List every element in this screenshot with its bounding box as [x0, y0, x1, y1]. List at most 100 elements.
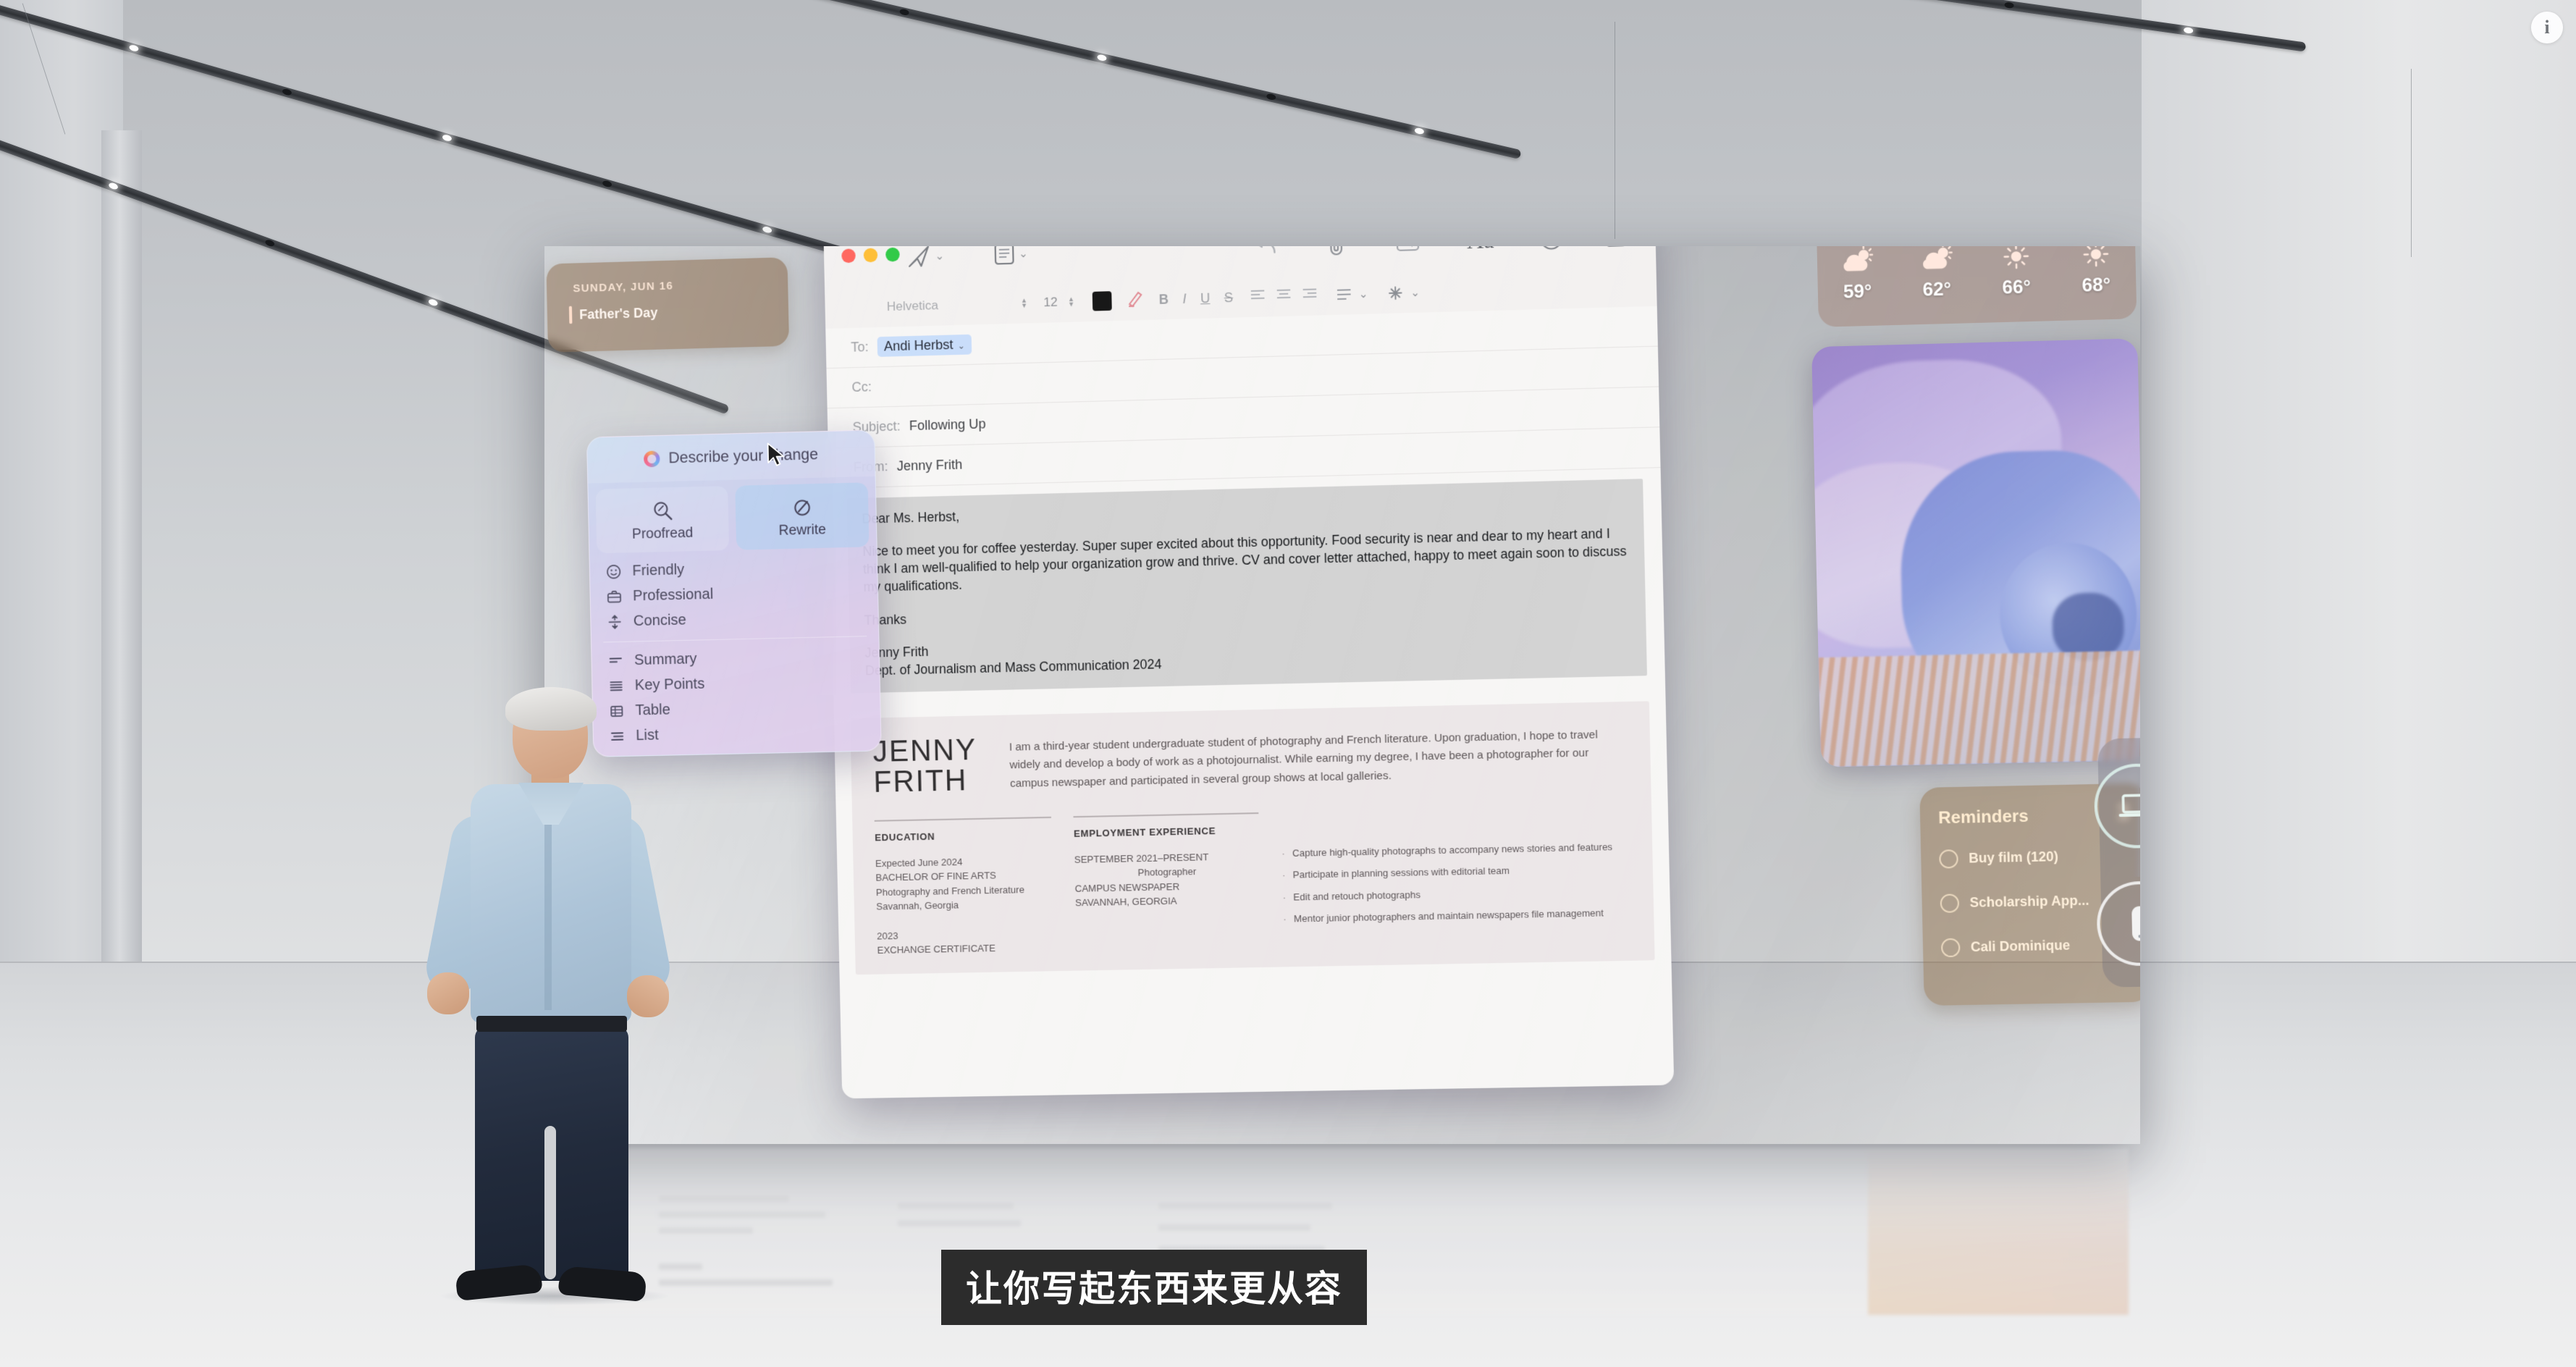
resume-attachment-preview[interactable]: JENNY FRITH I am a third-year student un…: [850, 701, 1655, 975]
sparkle-icon[interactable]: ⌄: [1387, 284, 1420, 301]
bold-button[interactable]: B: [1158, 292, 1169, 308]
weather-hour-column: 10 AM 59°: [1822, 246, 1893, 304]
wall-pillar: [101, 130, 142, 999]
font-family-stepper[interactable]: ▲ ▼: [1021, 296, 1027, 309]
email-body-selected-text[interactable]: Dear Ms. Herbst, Nice to meet you for co…: [846, 479, 1647, 694]
proofread-button[interactable]: Proofread: [595, 486, 730, 554]
describe-your-change-field[interactable]: Describe your change: [586, 430, 875, 484]
mouse-icon[interactable]: [2096, 880, 2140, 967]
aa-icon[interactable]: Aa: [1467, 246, 1494, 254]
keynote-stage-scene: SUNDAY, JUN 16 Father's Day 10 AM 59°: [0, 0, 2576, 1367]
paperclip-icon[interactable]: [1326, 246, 1348, 258]
reminders-title: Reminders: [1937, 805, 2029, 828]
laptop-icon[interactable]: [2093, 762, 2140, 849]
email-body-paragraph: Nice to meet you for coffee yesterday. S…: [862, 526, 1627, 595]
reminder-checkbox[interactable]: [1939, 849, 1958, 869]
smiley-face-icon: [605, 563, 623, 581]
describe-placeholder: Describe your change: [668, 445, 819, 467]
close-button[interactable]: [841, 248, 856, 264]
resume-bio: I am a third-year student undergraduate …: [1009, 728, 1598, 790]
stage-display-screen: SUNDAY, JUN 16 Father's Day 10 AM 59°: [544, 246, 2140, 1144]
strikethrough-button[interactable]: S: [1224, 290, 1234, 306]
tone-label: Professional: [632, 585, 714, 605]
to-label: To:: [851, 339, 869, 355]
tone-label: Friendly: [632, 561, 685, 579]
tone-options-list: Friendly Professional Concise: [590, 552, 879, 634]
chevron-down-icon[interactable]: ⌄: [935, 249, 944, 263]
education-entry: Savannah, Georgia: [876, 899, 959, 912]
align-left-icon[interactable]: [1249, 288, 1266, 306]
photos-widget[interactable]: [1811, 338, 2140, 767]
font-size-stepper[interactable]: ▲ ▼: [1068, 295, 1074, 308]
reminder-checkbox[interactable]: [1940, 938, 1961, 958]
highlight-pen-icon[interactable]: [1124, 288, 1144, 312]
event-accent-bar: [568, 306, 573, 324]
rewrite-pen-circle-icon: [736, 493, 869, 521]
reminder-checkbox[interactable]: [1940, 893, 1960, 913]
subject-value: Following Up: [909, 416, 986, 434]
reminder-label: Cali Dominique: [1970, 937, 2071, 955]
align-center-icon[interactable]: [1275, 287, 1292, 305]
format-label: Summary: [634, 650, 697, 668]
text-color-swatch[interactable]: [1092, 291, 1112, 311]
undo-button[interactable]: [1252, 246, 1278, 258]
resume-education-column: EDUCATION Expected June 2024 BACHELOR OF…: [874, 816, 1054, 957]
tone-item-concise[interactable]: Concise: [605, 603, 878, 634]
mail-compose-window: ⌄ ⌄ Helvetica ▲ ▼ 12 ▲ ▼ B I U S ⌄ ⌄ To:…: [823, 246, 1675, 1099]
email-body-paragraph: Thanks: [864, 611, 907, 628]
weather-hour-column: 11 AM 62°: [1901, 246, 1972, 302]
proofread-label: Proofread: [631, 525, 694, 542]
cc-label: Cc:: [851, 379, 872, 395]
briefcase-icon: [605, 587, 623, 605]
underline-button[interactable]: U: [1200, 290, 1211, 306]
email-body-paragraph: Dear Ms. Herbst,: [862, 509, 960, 526]
smiley-icon[interactable]: [1539, 246, 1565, 252]
rewrite-label: Rewrite: [778, 521, 827, 539]
photos-stack-icon[interactable]: [1604, 246, 1632, 249]
resume-employment-column: EMPLOYMENT EXPERIENCE SEPTEMBER 2021–PRE…: [1073, 812, 1261, 954]
chevron-down-icon[interactable]: ⌄: [1019, 247, 1028, 261]
resume-name: JENNY FRITH: [872, 733, 977, 799]
magnifier-pencil-icon: [596, 496, 728, 524]
font-size-input[interactable]: 12: [1043, 295, 1058, 310]
weather-temp: 59°: [1843, 280, 1872, 303]
ceiling-light-truss: [461, 0, 1522, 160]
weather-temp: 68°: [2082, 274, 2111, 296]
align-right-icon[interactable]: [1301, 287, 1318, 304]
italic-button[interactable]: I: [1182, 291, 1187, 307]
education-heading: EDUCATION: [875, 830, 935, 844]
employment-bullet: · Edit and retouch photographs: [1282, 888, 1421, 903]
ceiling-wire: [2411, 69, 2412, 257]
weather-hour-column: 12 PM 66°: [1980, 246, 2052, 300]
markup-icon[interactable]: [1395, 246, 1421, 253]
list-icon[interactable]: ⌄: [1336, 287, 1368, 302]
summary-lines-icon: [606, 652, 624, 670]
font-family-select[interactable]: Helvetica: [887, 298, 938, 314]
device-strip: [2093, 736, 2140, 988]
weather-widget[interactable]: 10 AM 59° 11 AM 62°: [1816, 246, 2137, 327]
right-wall: [2142, 0, 2576, 1072]
partly-cloudy-icon: [1822, 246, 1892, 282]
resume-bullets-column: · Capture high-quality photographs to acc…: [1281, 804, 1632, 950]
employment-bullet: · Mentor junior photographers and maintai…: [1283, 907, 1604, 925]
calendar-event-title: Father's Day: [578, 304, 658, 322]
sun-icon: [2060, 246, 2131, 276]
recipient-token[interactable]: Andi Herbst ⌄: [877, 334, 972, 357]
info-icon[interactable]: i: [2531, 12, 2563, 43]
reminder-label: Scholarship App...: [1969, 893, 2089, 910]
send-button[interactable]: [906, 246, 931, 269]
calendar-widget[interactable]: SUNDAY, JUN 16 Father's Day: [546, 257, 790, 353]
chevron-down-icon: ⌄: [957, 340, 966, 351]
from-value: Jenny Frith: [896, 457, 963, 474]
partly-cloudy-icon: [1901, 246, 1971, 280]
siri-orb-icon: [643, 450, 660, 468]
minimize-button[interactable]: [863, 248, 878, 263]
education-entry: EXCHANGE CERTIFICATE: [877, 942, 996, 956]
employment-heading: EMPLOYMENT EXPERIENCE: [1073, 825, 1216, 839]
stationery-button[interactable]: [993, 246, 1015, 266]
rewrite-button[interactable]: Rewrite: [735, 482, 870, 550]
sun-icon: [1980, 246, 2051, 278]
presenter-figure: [410, 687, 692, 1305]
weather-temp: 62°: [1922, 278, 1952, 300]
compress-icon: [605, 613, 623, 631]
